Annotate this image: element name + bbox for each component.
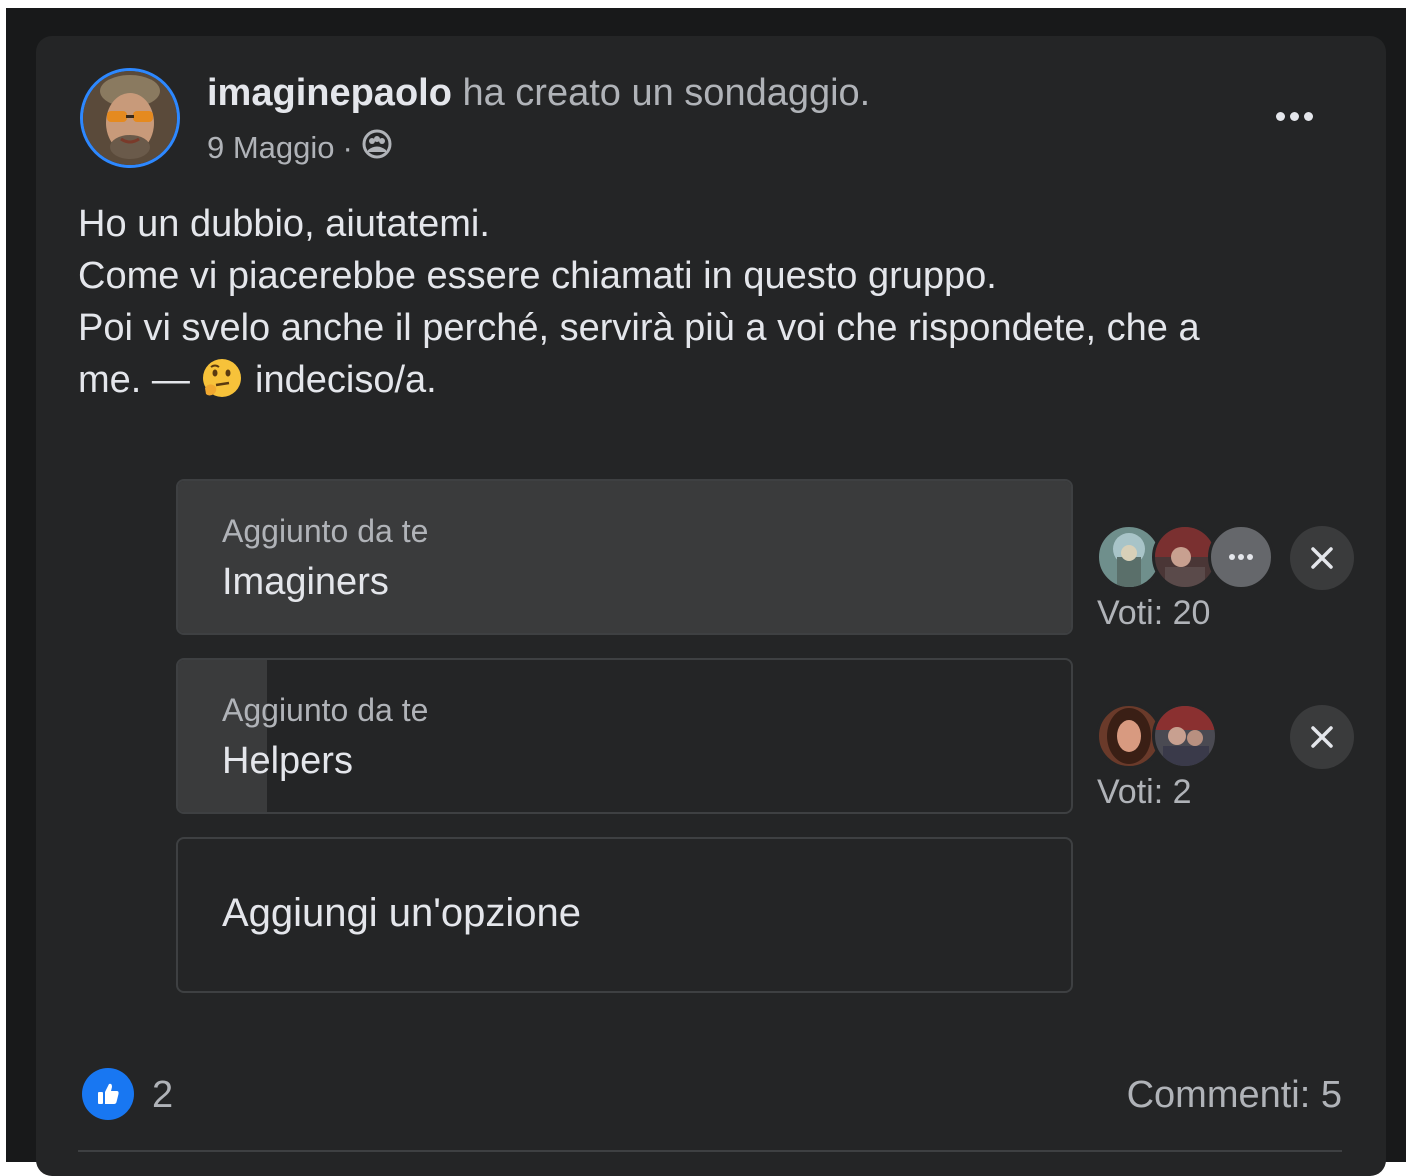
close-icon: [1311, 547, 1333, 569]
close-icon: [1311, 726, 1333, 748]
poll-result-bar: [178, 660, 268, 812]
option-votes[interactable]: Voti: 20: [1097, 594, 1210, 633]
add-option-input[interactable]: Aggiungi un'opzione: [176, 837, 1073, 993]
thumbs-up-icon[interactable]: [82, 1068, 134, 1120]
option-votes[interactable]: Voti: 2: [1097, 773, 1192, 812]
post-header-line: imaginepaolo ha creato un sondaggio.: [207, 72, 870, 115]
post-text-prefix: me. —: [78, 359, 190, 401]
option-added-by: Aggiunto da te: [222, 513, 429, 549]
post-feeling-line: me. — indeciso/a.: [78, 354, 1338, 406]
poll-result-bar: [178, 481, 1071, 633]
like-count[interactable]: 2: [152, 1074, 173, 1117]
remove-option-button[interactable]: [1290, 526, 1354, 590]
meta-separator: ·: [342, 130, 353, 165]
post-action: ha creato un sondaggio.: [462, 72, 871, 114]
dot: [1275, 111, 1285, 121]
option-added-by: Aggiunto da te: [222, 692, 429, 728]
author-name[interactable]: imaginepaolo: [207, 72, 452, 114]
author-avatar[interactable]: [80, 68, 180, 168]
post-meta: 9 Maggio ·: [207, 128, 393, 168]
dot: [1289, 111, 1299, 121]
more-voters-icon: [1208, 524, 1274, 590]
post-date[interactable]: 9 Maggio: [207, 130, 335, 166]
voter-avatar: [1152, 703, 1218, 769]
post-text-line: Come vi piacerebbe essere chiamati in qu…: [78, 255, 997, 297]
author-avatar-image: [83, 71, 177, 165]
post-text: Ho un dubbio, aiutatemi. Come vi piacere…: [78, 198, 1338, 406]
divider: [78, 1150, 1342, 1152]
comments-count[interactable]: Commenti: 5: [1127, 1074, 1342, 1117]
feeling-text: indeciso/a.: [255, 359, 437, 401]
remove-option-button[interactable]: [1290, 705, 1354, 769]
more-dots-icon[interactable]: [1266, 96, 1322, 136]
option-label: Imaginers: [222, 561, 389, 603]
add-option-label: Aggiungi un'opzione: [222, 891, 582, 935]
post-text-line: Poi vi svelo anche il perché, servirà pi…: [78, 307, 1200, 349]
group-icon: [361, 128, 393, 168]
dot: [1303, 111, 1313, 121]
poll-option-helpers[interactable]: Aggiunto da te Helpers: [176, 658, 1073, 814]
poll-option-imaginers[interactable]: Aggiunto da te Imaginers: [176, 479, 1073, 635]
option-label: Helpers: [222, 740, 353, 782]
post-text-line: Ho un dubbio, aiutatemi.: [78, 203, 490, 245]
thinking-face-emoji: [203, 359, 242, 397]
